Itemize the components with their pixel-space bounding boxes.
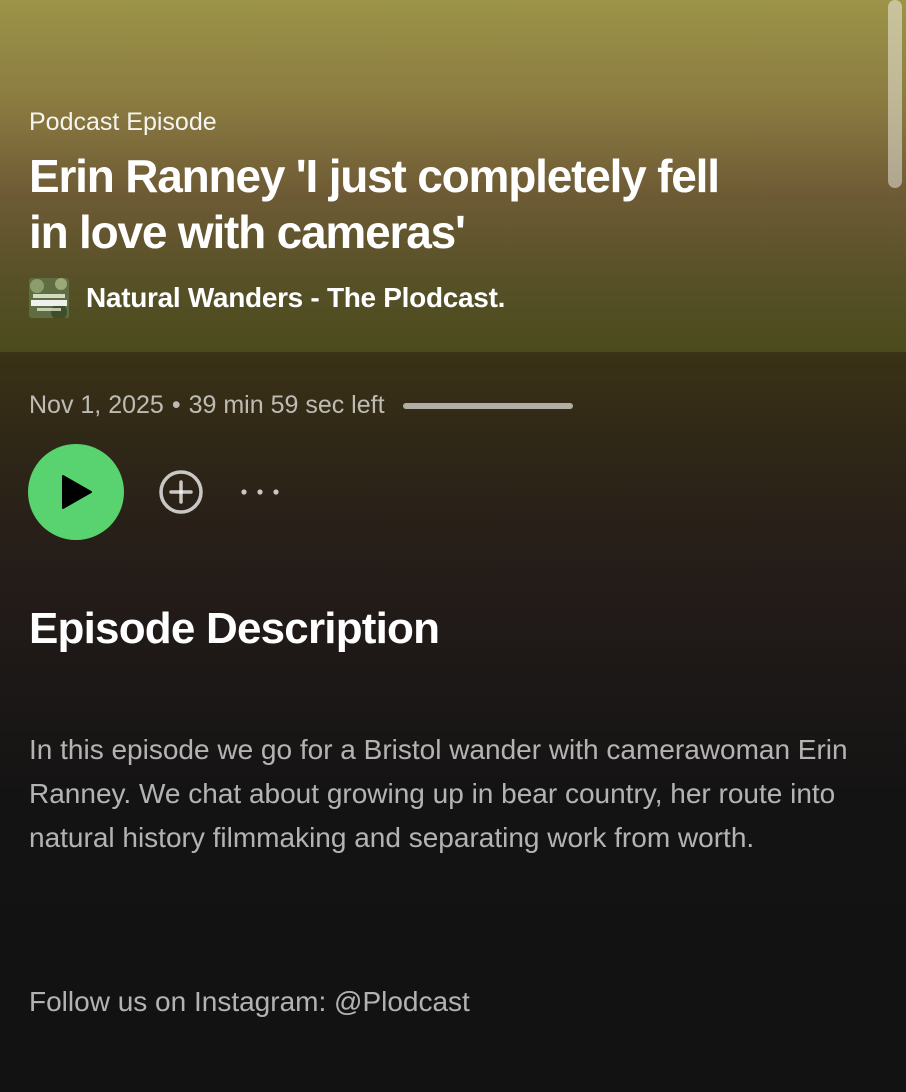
release-date: Nov 1, 2025 [29, 391, 164, 419]
episode-page: Podcast Episode Erin Ranney 'I just comp… [0, 0, 906, 1092]
episode-meta: Nov 1, 2025 • 39 min 59 sec left [29, 391, 573, 420]
episode-description-heading: Episode Description [29, 604, 440, 653]
show-link[interactable]: Natural Wanders - The Plodcast. [29, 278, 505, 318]
show-name: Natural Wanders - The Plodcast. [86, 282, 506, 313]
meta-separator: • [171, 391, 181, 419]
show-artwork-icon [29, 278, 69, 318]
scrollbar-thumb[interactable] [888, 0, 902, 188]
episode-description-text: In this episode we go for a Bristol wand… [29, 734, 848, 853]
instagram-follow-text: Follow us on Instagram: @Plodcast [29, 986, 470, 1017]
play-button[interactable] [28, 444, 124, 540]
episode-title: Erin Ranney 'I just completely fell in l… [29, 150, 720, 258]
add-to-library-button[interactable] [158, 469, 204, 515]
episode-type-label: Podcast Episode [29, 108, 217, 136]
more-dots-icon [241, 489, 279, 495]
time-left: 39 min 59 sec left [188, 391, 385, 419]
episode-controls [28, 444, 280, 540]
progress-bar [402, 402, 573, 409]
more-options-button[interactable] [240, 472, 280, 512]
add-circle-icon [159, 470, 203, 514]
play-icon [62, 475, 92, 509]
